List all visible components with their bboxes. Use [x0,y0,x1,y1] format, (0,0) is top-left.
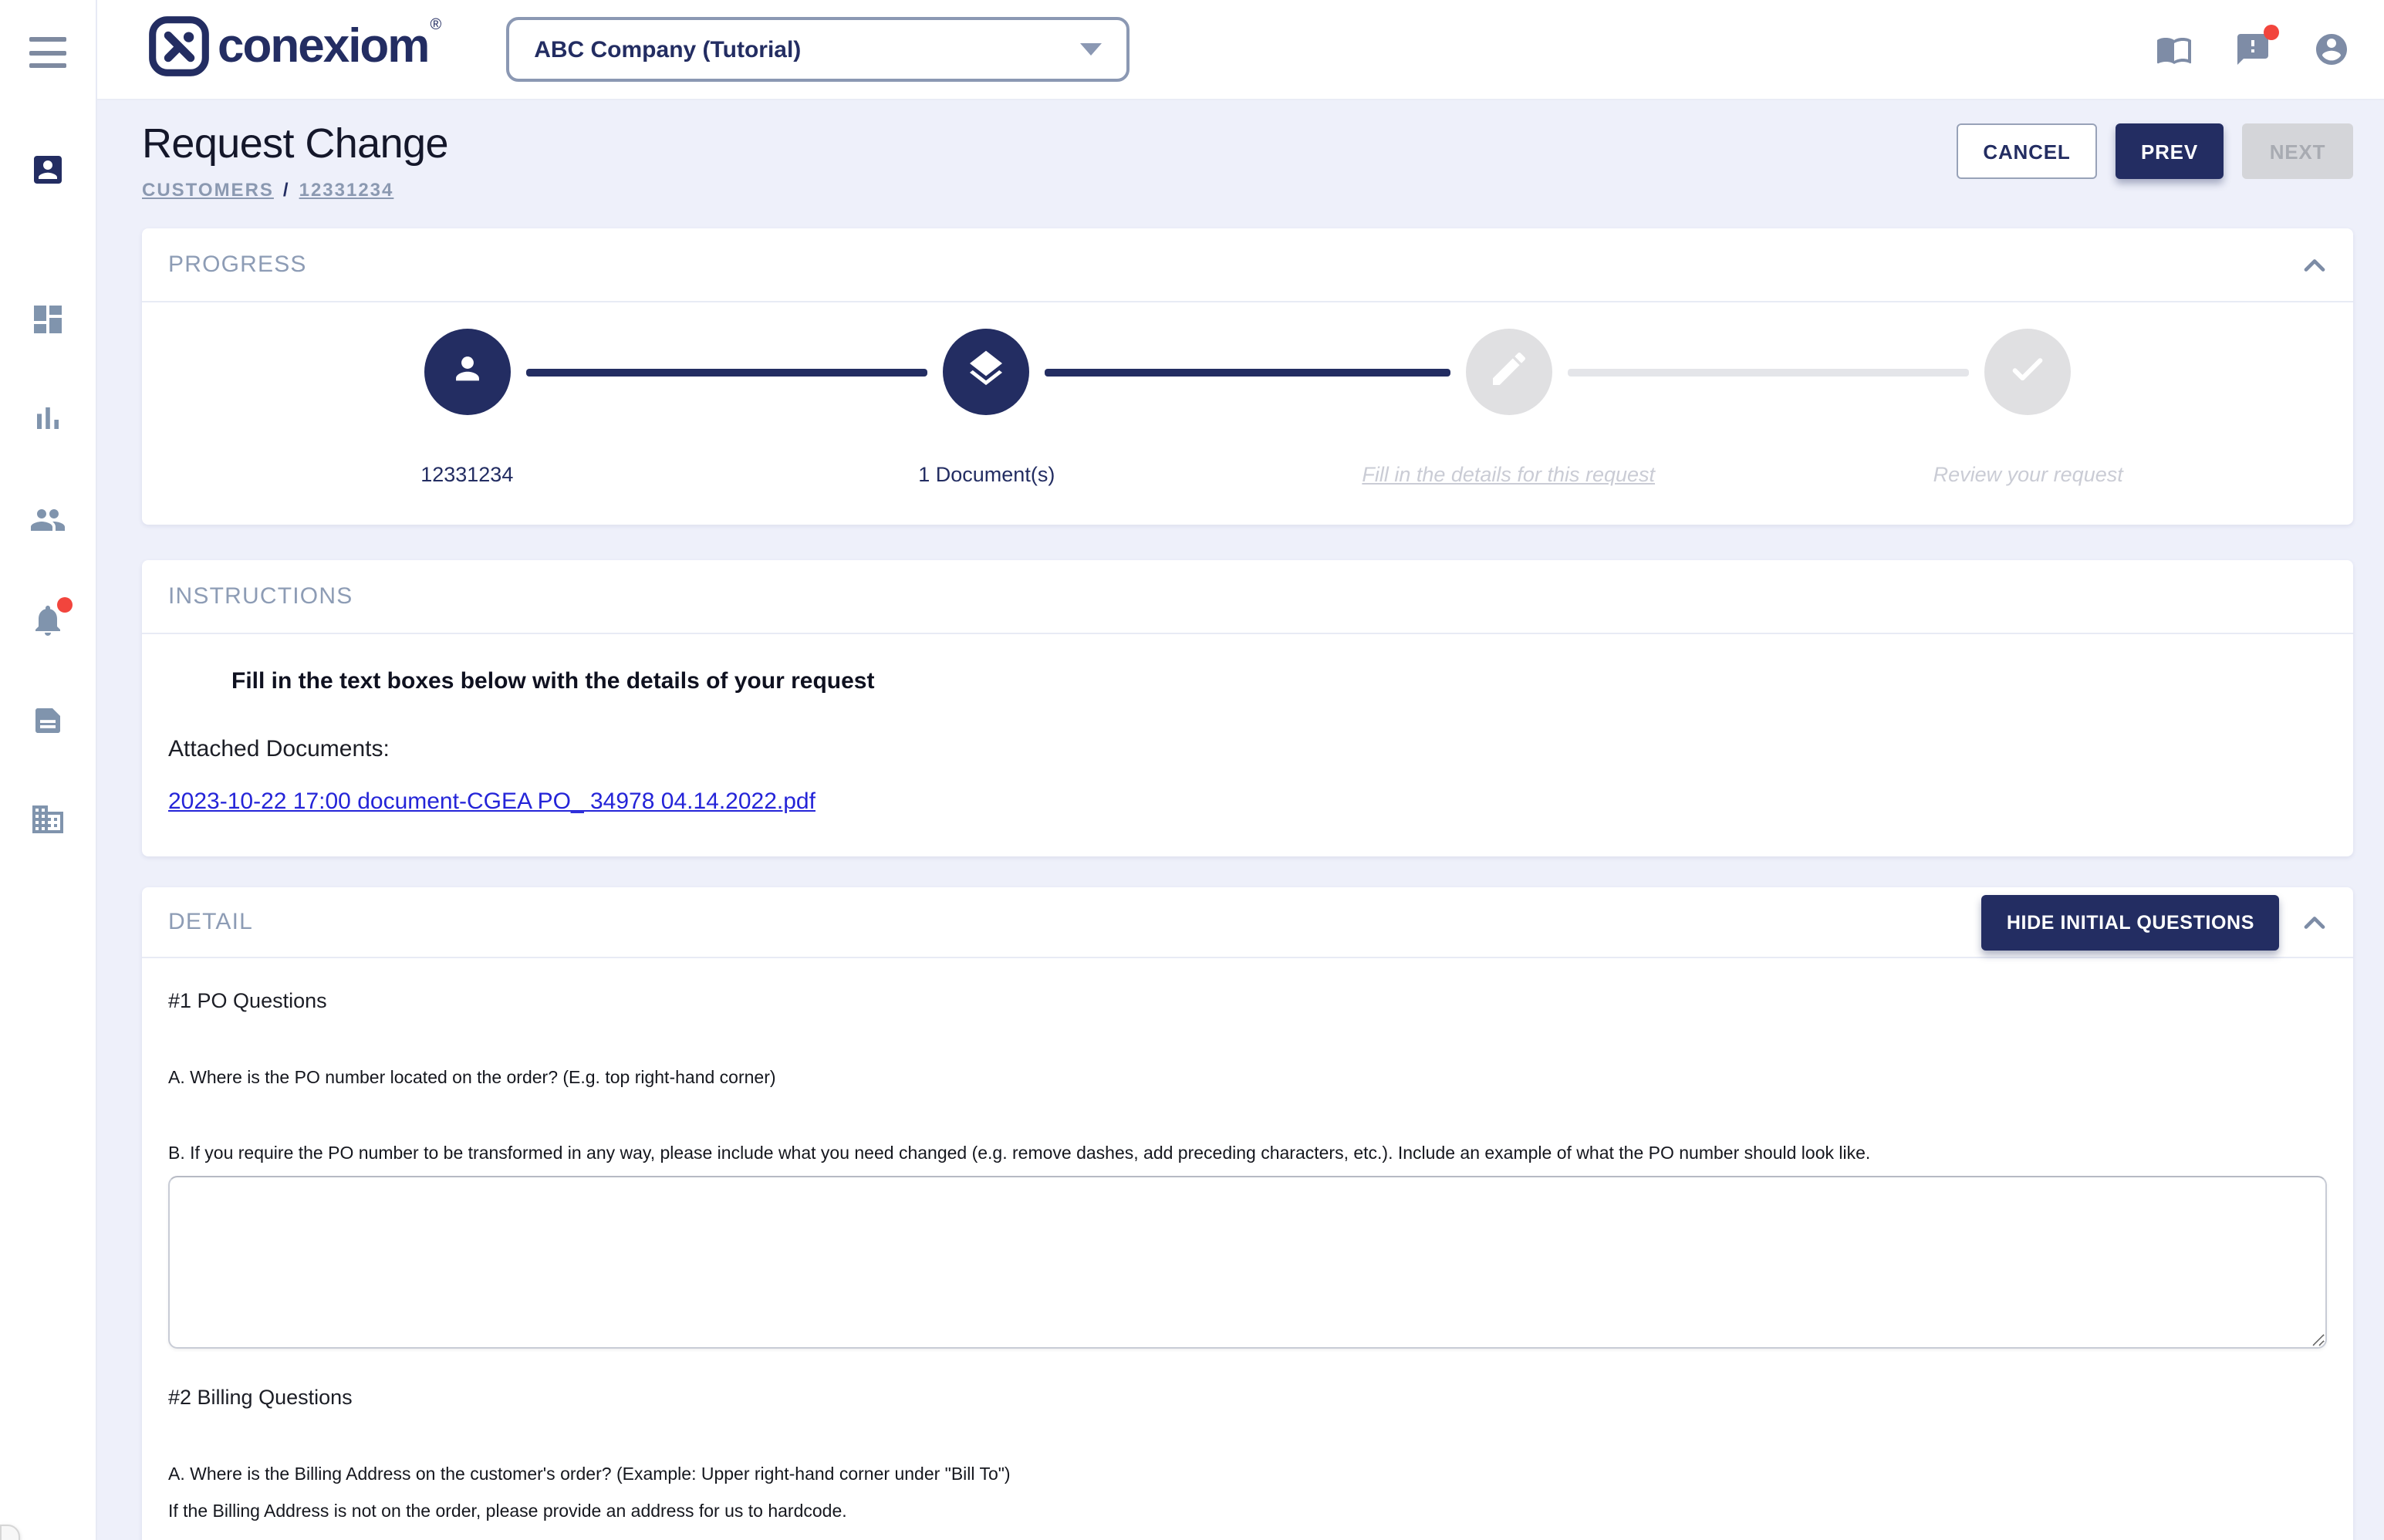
sidebar-item-documents[interactable] [29,702,66,739]
menu-icon[interactable] [29,37,66,68]
step-connector-done [525,369,928,377]
feedback-bubble-icon [2234,48,2271,74]
open-book-icon [2156,48,2193,74]
step-connector-done [1045,369,1450,377]
question-text: A. Where is the Billing Address on the c… [168,1466,2327,1484]
question-text: A. Where is the PO number located on the… [168,1069,2327,1088]
instructions-headline: Fill in the text boxes below with the de… [168,668,2327,694]
breadcrumb-customers-link[interactable]: CUSTOMERS [142,179,274,201]
instructions-section-title: INSTRUCTIONS [168,583,353,610]
instructions-card: INSTRUCTIONS Fill in the text boxes belo… [142,560,2353,856]
main-content: Request Change CUSTOMERS / 12331234 CANCEL… [96,100,2384,1540]
attachment-pdf-link[interactable]: 2023-10-22 17:00 document-CGEA PO_ 34978… [168,789,815,815]
sidebar-item-reports[interactable] [29,400,66,437]
dashboard-icon [29,318,66,344]
attached-documents-label: Attached Documents: [168,736,2327,762]
breadcrumb-separator: / [283,179,290,201]
question-group-heading: #1 PO Questions [168,989,2327,1012]
feedback-alert-dot [2264,25,2279,40]
document-icon [29,719,66,745]
hide-initial-questions-button[interactable]: HIDE INITIAL QUESTIONS [1982,894,2279,950]
chat-widget-corner[interactable] [0,1525,20,1540]
step-label-review: Review your request [1933,463,2123,486]
conexiom-logo[interactable]: conexiom ® [147,13,441,86]
question-text: B. If you require the PO number to be tr… [168,1145,2327,1163]
step-customer-circle[interactable] [424,329,510,415]
step-label-customer: 12331234 [420,463,513,486]
people-icon [29,518,66,545]
layers-icon [965,346,1008,397]
sidebar-item-notifications[interactable] [29,602,66,639]
account-circle-icon [2313,48,2350,74]
progress-collapse-button[interactable] [2298,248,2332,282]
registered-mark: ® [430,16,441,33]
documentation-button[interactable] [2156,31,2193,68]
bar-chart-icon [29,417,66,443]
detail-collapse-button[interactable] [2298,905,2332,939]
sidebar [0,0,96,1540]
step-documents-circle[interactable] [944,329,1030,415]
building-icon [29,818,66,844]
chevron-up-icon [2298,905,2332,939]
company-selector-value: ABC Company (Tutorial) [534,36,1080,62]
sidebar-item-dashboard[interactable] [29,301,66,338]
sidebar-item-contact-badge[interactable] [29,151,66,188]
cancel-button[interactable]: CANCEL [1957,123,2097,179]
feedback-button[interactable] [2234,31,2271,68]
topbar: conexiom ® ABC Company (Tutorial) [96,0,2384,100]
account-button[interactable] [2313,31,2350,68]
progress-section-title: PROGRESS [168,252,307,278]
breadcrumb: CUSTOMERS / 12331234 [142,179,448,201]
breadcrumb-customer-id-link[interactable]: 12331234 [299,179,394,201]
question-text: If the Billing Address is not on the ord… [168,1503,2327,1521]
step-label-details: Fill in the details for this request [1362,463,1655,486]
step-details-circle[interactable] [1465,329,1552,415]
sidebar-item-customers[interactable] [29,502,66,539]
progress-stepper: 12331234 1 Document(s) Fill in the detai… [142,302,2353,525]
next-button-disabled[interactable]: NEXT [2242,123,2353,179]
app-root: conexiom ® ABC Company (Tutorial) [0,0,2384,1540]
prev-button[interactable]: PREV [2116,123,2224,179]
conexiom-logo-mark-icon [147,13,211,86]
bell-icon [29,619,66,645]
chevron-up-icon [2298,248,2332,282]
chevron-down-icon [1080,43,1102,56]
company-selector[interactable]: ABC Company (Tutorial) [506,17,1130,82]
contact-badge-icon [29,168,66,194]
sidebar-item-company[interactable] [29,801,66,838]
page-title: Request Change [142,120,448,168]
person-icon [445,346,488,397]
logo-wordmark: conexiom [218,13,428,78]
progress-card: PROGRESS [142,228,2353,525]
step-label-documents: 1 Document(s) [918,463,1055,486]
check-icon [2007,346,2050,397]
step-connector-pending [1567,369,1970,377]
step-review-circle[interactable] [1985,329,2072,415]
detail-section-title: DETAIL [168,909,253,935]
pencil-icon [1487,346,1530,397]
question-group-heading: #2 Billing Questions [168,1386,2327,1409]
detail-card: DETAIL HIDE INITIAL QUESTIONS #1 PO Ques… [142,887,2353,1540]
po-transform-answer-textarea[interactable] [168,1176,2327,1349]
notification-alert-dot [57,597,73,613]
